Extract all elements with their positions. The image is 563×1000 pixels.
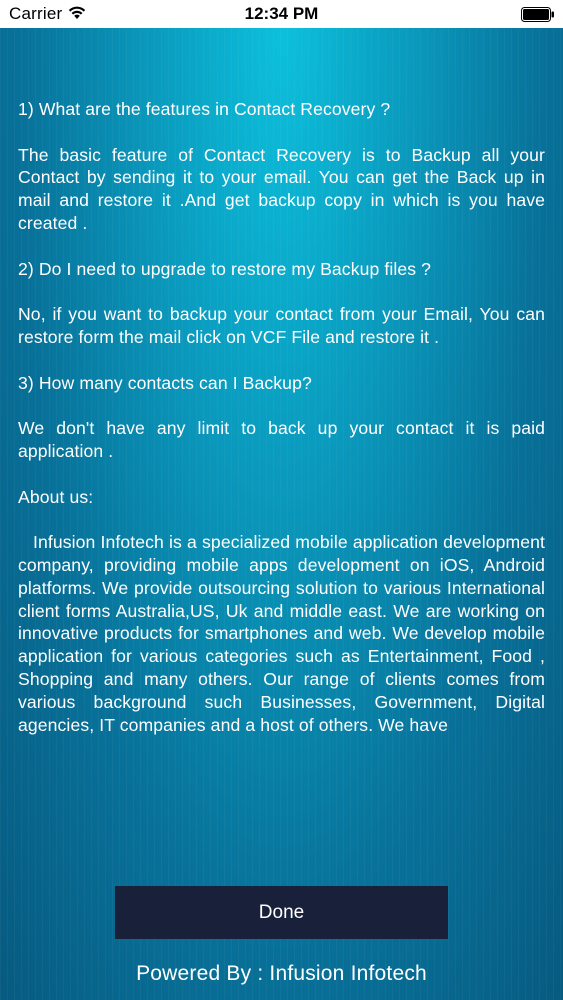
faq-answer-3: We don't have any limit to back up your … <box>18 418 545 461</box>
faq-answer-1: The basic feature of Contact Recovery is… <box>18 144 545 233</box>
about-heading: About us: <box>18 486 94 507</box>
battery-icon <box>521 7 555 22</box>
about-body: Infusion Infotech is a specialized mobil… <box>18 532 545 735</box>
faq-question-3: 3) How many contacts can I Backup? <box>18 372 312 393</box>
faq-question-1: 1) What are the features in Contact Reco… <box>18 99 391 119</box>
faq-question-2: 2) Do I need to upgrade to restore my Ba… <box>18 258 432 279</box>
done-button[interactable]: Done <box>115 886 448 939</box>
status-time: 12:34 PM <box>244 4 319 23</box>
faq-screen: 1) What are the features in Contact Reco… <box>0 28 563 1000</box>
faq-scroll-view[interactable]: 1) What are the features in Contact Reco… <box>18 98 545 753</box>
faq-answer-2: No, if you want to backup your contact f… <box>18 304 545 347</box>
powered-by-label: Powered By : Infusion Infotech <box>136 962 427 985</box>
status-bar: Carrier 12:34 PM <box>0 0 563 28</box>
